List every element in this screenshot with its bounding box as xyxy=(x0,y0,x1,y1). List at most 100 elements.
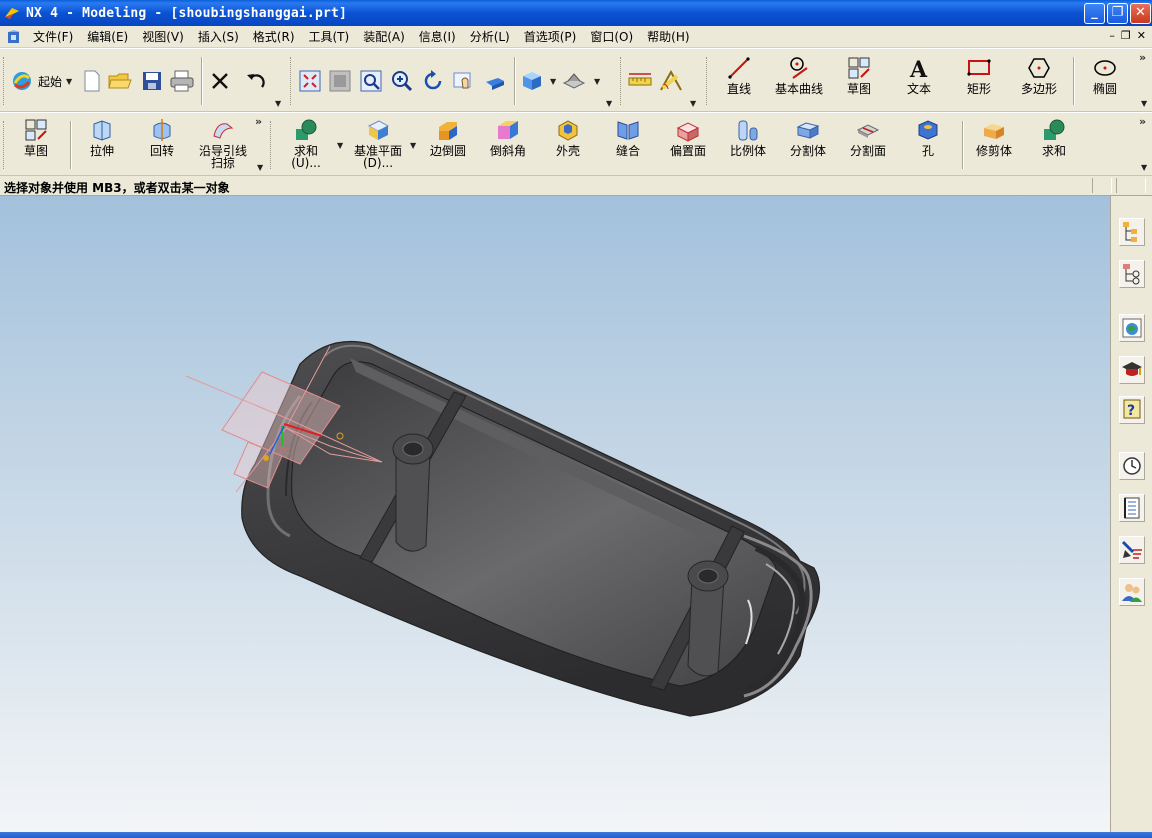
unite-button[interactable]: 求和 xyxy=(1030,117,1078,158)
start-icon[interactable] xyxy=(10,69,34,93)
divide-face-button[interactable]: 分割面 xyxy=(844,117,892,158)
roles-icon[interactable] xyxy=(1119,578,1145,606)
print-icon[interactable] xyxy=(170,69,194,93)
menu-help[interactable]: 帮助(H) xyxy=(640,28,696,45)
trim-body-button[interactable]: 修剪体 xyxy=(970,117,1018,158)
shell-button[interactable]: 外壳 xyxy=(544,117,592,158)
zoom-window-icon[interactable] xyxy=(359,69,383,93)
perspective-icon[interactable] xyxy=(483,69,507,93)
minimize-button[interactable]: _ xyxy=(1084,3,1105,24)
sew-button[interactable]: 缝合 xyxy=(604,117,652,158)
menu-edit[interactable]: 编辑(E) xyxy=(80,28,135,45)
view-toolbar-dropdown-icon[interactable]: ▼ xyxy=(606,99,612,108)
ellipse-button[interactable]: 椭圆 xyxy=(1084,55,1126,96)
menu-insert[interactable]: 插入(S) xyxy=(191,28,246,45)
split-body-button[interactable]: 分割体 xyxy=(784,117,832,158)
render-style-icon[interactable] xyxy=(562,69,586,93)
unite-menu-button[interactable]: 求和 (U)... xyxy=(282,117,330,169)
datum-plane-icon xyxy=(365,117,391,143)
text-button[interactable]: A 文本 xyxy=(898,55,940,96)
polygon-button[interactable]: 多边形 xyxy=(1016,55,1062,96)
model-view[interactable]: ZC xyxy=(0,196,1110,832)
save-icon[interactable] xyxy=(140,69,164,93)
menu-information[interactable]: 信息(I) xyxy=(412,28,463,45)
title-bar: NX 4 - Modeling - [shoubingshanggai.prt]… xyxy=(0,0,1152,26)
rectangle-icon xyxy=(966,55,992,81)
training-icon[interactable] xyxy=(1119,356,1145,384)
feature-overflow-icon[interactable]: » xyxy=(1139,115,1146,128)
menu-view[interactable]: 视图(V) xyxy=(135,28,191,45)
document-icon[interactable] xyxy=(6,29,22,45)
menu-window[interactable]: 窗口(O) xyxy=(583,28,640,45)
extrude-icon xyxy=(89,117,115,143)
sketch-button[interactable]: 草图 xyxy=(14,117,58,158)
analysis-toolbar-dropdown-icon[interactable]: ▼ xyxy=(690,99,696,108)
new-icon[interactable] xyxy=(80,69,104,93)
measure-angle-icon[interactable] xyxy=(659,69,683,93)
status-cell xyxy=(1116,178,1146,193)
mdi-close-button[interactable]: ✕ xyxy=(1137,29,1146,42)
mdi-minimize-button[interactable]: – xyxy=(1109,29,1115,42)
toolbar-dropdown-icon[interactable]: ▼ xyxy=(275,99,281,108)
open-icon[interactable] xyxy=(108,69,132,93)
menu-file[interactable]: 文件(F) xyxy=(26,28,80,45)
graphics-window[interactable]: ZC xyxy=(0,196,1110,832)
menu-preferences[interactable]: 首选项(P) xyxy=(517,28,584,45)
process-studio-icon[interactable] xyxy=(1119,536,1145,564)
feature-toolbar-dropdown-icon[interactable]: ▼ xyxy=(1141,163,1147,172)
zoom-area-icon[interactable] xyxy=(328,69,352,93)
sweep-button[interactable]: 沿导引线 扫掠 xyxy=(194,117,252,169)
pan-icon[interactable] xyxy=(452,69,476,93)
close-button[interactable]: ✕ xyxy=(1130,3,1151,24)
help-icon[interactable]: ? xyxy=(1119,396,1145,424)
maximize-button[interactable]: ❐ xyxy=(1107,3,1128,24)
shaded-cube-icon[interactable] xyxy=(520,69,544,93)
unite-dropdown-icon[interactable]: ▼ xyxy=(337,141,343,150)
scale-body-button[interactable]: 比例体 xyxy=(724,117,772,158)
web-browser-icon[interactable] xyxy=(1119,314,1145,342)
cue-line: 选择对象并使用 MB3，或者双击某一对象 xyxy=(0,176,1152,196)
menu-assemblies[interactable]: 装配(A) xyxy=(356,28,412,45)
status-cell xyxy=(1092,178,1112,193)
sweep-icon xyxy=(210,117,236,143)
sketch-button-top[interactable]: 草图 xyxy=(838,55,880,96)
zoom-icon[interactable] xyxy=(390,69,414,93)
boss[interactable] xyxy=(392,433,434,552)
datum-plane-button[interactable]: 基准平面 (D)... xyxy=(348,117,408,169)
start-button[interactable]: 起始 xyxy=(38,73,62,90)
form-feature-dropdown-icon[interactable]: ▼ xyxy=(257,163,263,172)
measure-distance-icon[interactable] xyxy=(628,69,652,93)
line-button[interactable]: 直线 xyxy=(718,55,760,96)
revolve-button[interactable]: 回转 xyxy=(140,117,184,158)
chamfer-button[interactable]: 倒斜角 xyxy=(484,117,532,158)
form-feature-overflow-icon[interactable]: » xyxy=(255,115,262,128)
menu-format[interactable]: 格式(R) xyxy=(246,28,302,45)
menu-tools[interactable]: 工具(T) xyxy=(302,28,357,45)
datum-dropdown-icon[interactable]: ▼ xyxy=(410,141,416,150)
system-materials-icon[interactable] xyxy=(1119,494,1145,522)
assembly-navigator-icon[interactable] xyxy=(1119,218,1145,246)
toolbar-overflow-icon[interactable]: » xyxy=(1139,51,1146,64)
shell-body[interactable] xyxy=(241,340,820,717)
extrude-button[interactable]: 拉伸 xyxy=(80,117,124,158)
history-icon[interactable] xyxy=(1119,452,1145,480)
render-dropdown-icon[interactable]: ▼ xyxy=(550,77,556,86)
basic-curves-button[interactable]: 基本曲线 xyxy=(770,55,828,96)
render-style-dropdown-icon[interactable]: ▼ xyxy=(594,77,600,86)
offset-face-button[interactable]: 偏置面 xyxy=(664,117,712,158)
fit-icon[interactable] xyxy=(298,69,322,93)
rotate-icon[interactable] xyxy=(421,69,445,93)
rectangle-button[interactable]: 矩形 xyxy=(958,55,1000,96)
edge-blend-button[interactable]: 边倒圆 xyxy=(424,117,472,158)
delete-icon[interactable] xyxy=(208,69,232,93)
curve-toolbar-dropdown-icon[interactable]: ▼ xyxy=(1141,99,1147,108)
revolve-icon xyxy=(149,117,175,143)
toolbar-grip[interactable] xyxy=(3,57,6,105)
hole-button[interactable]: 孔 xyxy=(904,117,952,158)
menu-analysis[interactable]: 分析(L) xyxy=(463,28,517,45)
start-dropdown-icon[interactable]: ▼ xyxy=(66,77,72,86)
csys-label: ZC xyxy=(278,447,290,457)
mdi-restore-button[interactable]: ❐ xyxy=(1121,29,1131,42)
undo-icon[interactable] xyxy=(244,69,268,93)
part-navigator-icon[interactable] xyxy=(1119,260,1145,288)
